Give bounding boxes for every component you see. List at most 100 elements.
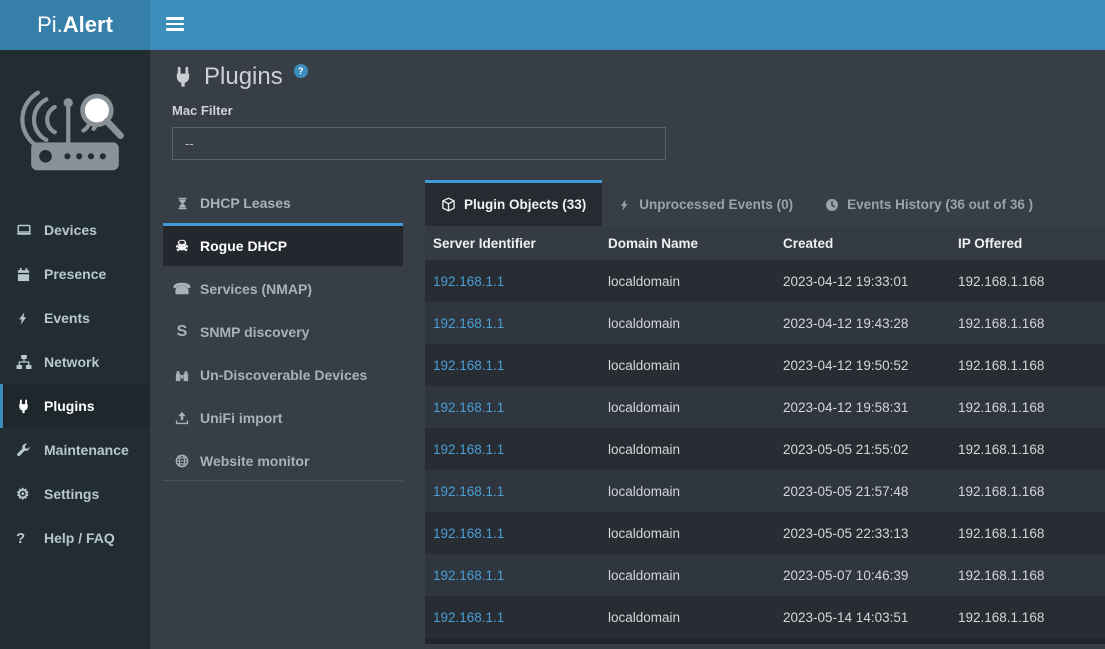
- domain-name-cell: localdomain: [600, 274, 775, 289]
- letter-s-icon: S: [173, 323, 191, 341]
- tab-label: Events History (36 out of 36 ): [847, 197, 1033, 212]
- server-identifier-link[interactable]: 192.168.1.1: [433, 316, 504, 331]
- sidebar-item-events[interactable]: Events: [0, 296, 150, 340]
- table-row: 192.168.1.1 localdomain 2023-04-12 19:33…: [425, 260, 1105, 302]
- plugin-item-unifi-import[interactable]: UniFi import: [163, 395, 403, 438]
- main-content: Plugins ? Mac Filter DHCP Leases ☠ Rogue…: [150, 50, 1105, 649]
- page-header: Plugins ?: [150, 50, 1105, 93]
- sidebar-item-label: Presence: [44, 266, 106, 282]
- domain-name-cell: localdomain: [600, 400, 775, 415]
- domain-name-cell: localdomain: [600, 610, 775, 625]
- column-header-domain-name[interactable]: Domain Name: [600, 236, 775, 251]
- domain-name-cell: localdomain: [600, 358, 775, 373]
- plugin-item-snmp-discovery[interactable]: S SNMP discovery: [163, 309, 403, 352]
- plugin-item-label: Services (NMAP): [200, 281, 312, 297]
- tab-label: Unprocessed Events (0): [639, 197, 793, 212]
- question-icon: ?: [16, 530, 38, 547]
- wrench-icon: [16, 443, 38, 458]
- table-row: 192.168.1.1 localdomain 2023-05-05 21:55…: [425, 428, 1105, 470]
- created-cell: 2023-04-12 19:43:28: [775, 316, 950, 331]
- ip-offered-cell: 192.168.1.168: [950, 442, 1105, 457]
- page-title-text: Plugins: [204, 63, 283, 91]
- created-cell: 2023-05-05 21:55:02: [775, 442, 950, 457]
- table-row: 192.168.1.1 localdomain 2023-05-14 14:03…: [425, 596, 1105, 638]
- domain-name-cell: localdomain: [600, 442, 775, 457]
- server-identifier-link[interactable]: 192.168.1.1: [433, 400, 504, 415]
- server-identifier-link[interactable]: 192.168.1.1: [433, 568, 504, 583]
- plugin-item-dhcp-leases[interactable]: DHCP Leases: [163, 180, 403, 223]
- server-identifier-link[interactable]: 192.168.1.1: [433, 358, 504, 373]
- tab-unprocessed-events[interactable]: Unprocessed Events (0): [602, 180, 809, 226]
- plugin-item-rogue-dhcp[interactable]: ☠ Rogue DHCP: [163, 223, 403, 266]
- bolt-icon: [618, 198, 631, 212]
- domain-name-cell: localdomain: [600, 568, 775, 583]
- column-header-ip-offered[interactable]: IP Offered: [950, 236, 1105, 251]
- created-cell: 2023-04-12 19:50:52: [775, 358, 950, 373]
- table-row: 192.168.1.1 localdomain 2023-04-12 19:50…: [425, 344, 1105, 386]
- created-cell: 2023-04-12 19:33:01: [775, 274, 950, 289]
- created-cell: 2023-05-05 22:33:13: [775, 526, 950, 541]
- plugin-item-label: SNMP discovery: [200, 324, 309, 340]
- brand-pi: Pi.: [37, 12, 63, 37]
- plugin-item-undiscoverable-devices[interactable]: Un-Discoverable Devices: [163, 352, 403, 395]
- sidebar-item-maintenance[interactable]: Maintenance: [0, 428, 150, 472]
- sidebar-item-help-faq[interactable]: ? Help / FAQ: [0, 516, 150, 560]
- server-identifier-link[interactable]: 192.168.1.1: [433, 484, 504, 499]
- plug-title-icon: [172, 66, 194, 88]
- mac-filter-input[interactable]: [172, 127, 666, 160]
- sidebar-menu: Devices Presence Events Network Plugins: [0, 208, 150, 560]
- sidebar-toggle-icon[interactable]: [166, 17, 184, 34]
- server-identifier-link[interactable]: 192.168.1.1: [433, 274, 504, 289]
- sitemap-icon: [16, 354, 38, 370]
- table-header: Server Identifier Domain Name Created IP…: [425, 226, 1105, 260]
- server-identifier-link[interactable]: 192.168.1.1: [433, 610, 504, 625]
- sidebar-item-label: Maintenance: [44, 442, 129, 458]
- tab-events-history[interactable]: Events History (36 out of 36 ): [809, 180, 1049, 226]
- app-logo: [0, 50, 150, 190]
- upload-icon: [173, 411, 191, 425]
- tab-plugin-objects[interactable]: Plugin Objects (33): [425, 180, 602, 226]
- plugin-item-services-nmap[interactable]: ☎ Services (NMAP): [163, 266, 403, 309]
- binoculars-icon: [173, 368, 191, 382]
- ip-offered-cell: 192.168.1.168: [950, 568, 1105, 583]
- gear-icon: ⚙: [16, 485, 38, 503]
- server-identifier-link[interactable]: 192.168.1.1: [433, 526, 504, 541]
- sidebar-item-settings[interactable]: ⚙ Settings: [0, 472, 150, 516]
- sidebar-item-label: Events: [44, 310, 90, 326]
- plugin-item-label: Website monitor: [200, 453, 309, 469]
- ip-offered-cell: 192.168.1.168: [950, 400, 1105, 415]
- domain-name-cell: localdomain: [600, 526, 775, 541]
- created-cell: 2023-05-14 14:03:51: [775, 610, 950, 625]
- plug-icon: [16, 399, 38, 414]
- column-header-server-identifier[interactable]: Server Identifier: [425, 236, 600, 251]
- bolt-icon: [16, 311, 38, 326]
- sidebar-item-presence[interactable]: Presence: [0, 252, 150, 296]
- sidebar-item-plugins[interactable]: Plugins: [0, 384, 150, 428]
- plugin-menu: DHCP Leases ☠ Rogue DHCP ☎ Services (NMA…: [163, 180, 403, 644]
- sidebar-item-label: Network: [44, 354, 99, 370]
- mac-filter-label: Mac Filter: [172, 103, 1105, 118]
- brand-logo[interactable]: Pi.Alert: [0, 0, 150, 50]
- cube-icon: [441, 197, 456, 212]
- brand-alert: Alert: [63, 12, 113, 37]
- created-cell: 2023-05-07 10:46:39: [775, 568, 950, 583]
- calendar-icon: [16, 267, 38, 282]
- plugin-item-label: Rogue DHCP: [200, 238, 287, 254]
- sidebar-item-label: Plugins: [44, 398, 95, 414]
- clock-icon: [825, 198, 839, 212]
- table-row: 192.168.1.1 localdomain 2023-04-12 19:43…: [425, 302, 1105, 344]
- sidebar-item-label: Help / FAQ: [44, 530, 115, 546]
- ip-offered-cell: 192.168.1.168: [950, 484, 1105, 499]
- mac-filter-block: Mac Filter: [150, 93, 1105, 160]
- sidebar-item-devices[interactable]: Devices: [0, 208, 150, 252]
- created-cell: 2023-04-12 19:58:31: [775, 400, 950, 415]
- column-header-created[interactable]: Created: [775, 236, 950, 251]
- phone-volume-icon: ☎: [173, 280, 191, 298]
- help-badge[interactable]: ?: [294, 64, 308, 78]
- sidebar-item-network[interactable]: Network: [0, 340, 150, 384]
- ip-offered-cell: 192.168.1.168: [950, 316, 1105, 331]
- server-identifier-link[interactable]: 192.168.1.1: [433, 442, 504, 457]
- skull-crossbones-icon: ☠: [173, 237, 191, 255]
- plugin-item-website-monitor[interactable]: Website monitor: [163, 438, 403, 481]
- laptop-icon: [16, 222, 38, 238]
